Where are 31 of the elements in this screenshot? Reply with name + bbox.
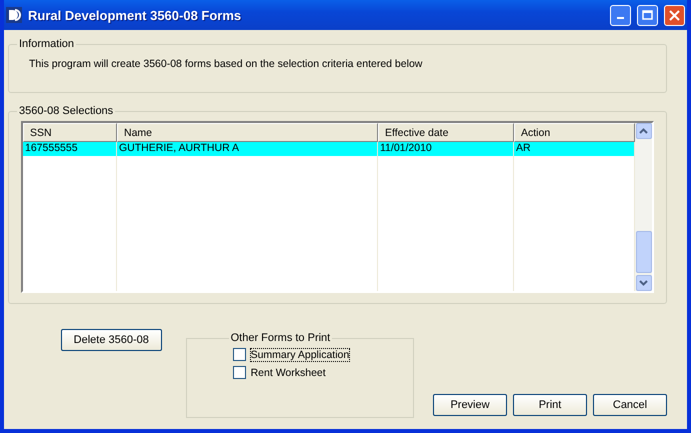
group-title: Information: [18, 38, 76, 50]
column-header[interactable]: SSN: [23, 123, 117, 142]
column-header[interactable]: Action: [514, 123, 635, 142]
group-title: 3560-08 Selections: [18, 105, 114, 117]
scroll-down-icon[interactable]: [636, 275, 652, 291]
checkbox[interactable]: [232, 366, 246, 379]
dialog-button[interactable]: Print: [513, 394, 587, 416]
maximize-icon: [642, 10, 653, 20]
checkbox-label[interactable]: Rent Worksheet: [250, 366, 326, 378]
scroll-up-icon[interactable]: [636, 123, 652, 139]
maximize-button[interactable]: [637, 4, 658, 26]
information-text: This program will create 3560-08 forms based on the selection criteria entered below: [28, 57, 424, 72]
dialog-button[interactable]: Cancel: [593, 394, 667, 416]
table-cell[interactable]: AR: [514, 142, 635, 156]
delete-button[interactable]: Delete 3560-08: [61, 329, 162, 351]
checkbox[interactable]: [232, 348, 246, 361]
window-title: Rural Development 3560-08 Forms: [28, 8, 242, 22]
scrollbar[interactable]: [635, 123, 652, 291]
column-header[interactable]: Effective date: [378, 123, 514, 142]
column-header[interactable]: Name: [117, 123, 378, 142]
group-title: Other Forms to Print: [230, 332, 332, 344]
close-button[interactable]: [664, 4, 685, 26]
checkbox-label[interactable]: Summary Application: [250, 348, 350, 360]
close-icon: [669, 10, 680, 20]
dialog-button[interactable]: Preview: [433, 394, 507, 416]
table-cell[interactable]: 167555555: [23, 142, 117, 156]
table-cell[interactable]: 11/01/2010: [378, 142, 514, 156]
app-icon: [6, 7, 22, 23]
scroll-thumb[interactable]: [636, 231, 652, 273]
minimize-button[interactable]: [610, 4, 631, 26]
table-cell[interactable]: GUTHERIE, AURTHUR A: [117, 142, 378, 156]
